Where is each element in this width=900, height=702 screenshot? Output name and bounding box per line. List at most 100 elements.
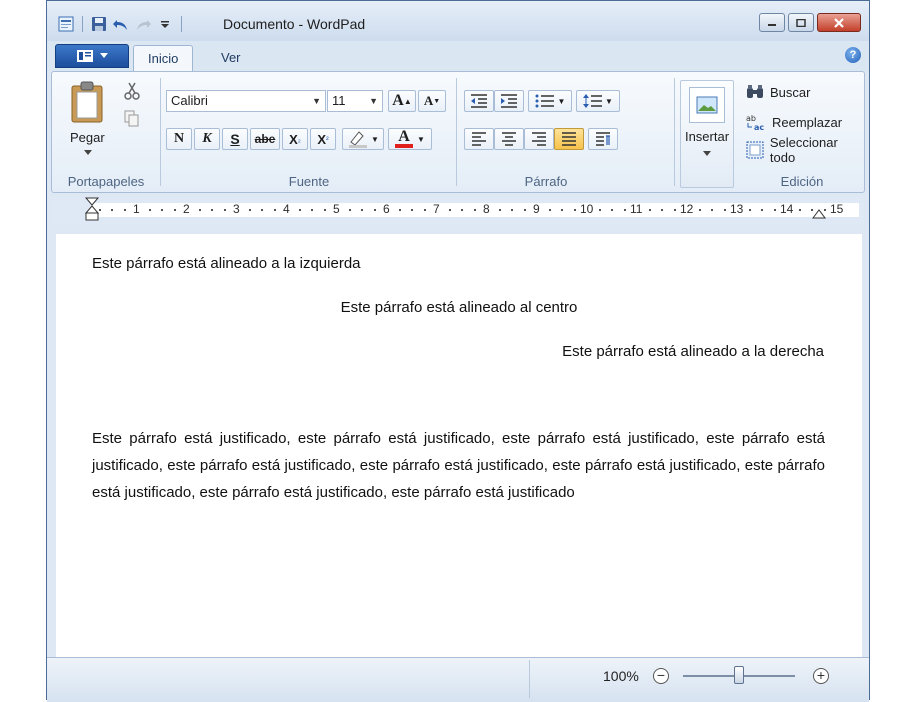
ruler-dot [824, 209, 826, 211]
tab-ver[interactable]: Ver [207, 45, 255, 71]
ruler-dot [324, 209, 326, 211]
ribbon-tabs: Inicio Ver ? [47, 41, 869, 72]
save-icon[interactable] [90, 15, 108, 33]
bold-button[interactable]: N [166, 128, 192, 150]
fuente-group-label: Fuente [288, 174, 330, 189]
group-separator [674, 78, 675, 186]
svg-text:ab: ab [746, 114, 756, 123]
shrink-font-label: A [423, 93, 434, 108]
ruler-dot [611, 209, 613, 211]
shrink-font-button[interactable]: A ▼ [418, 90, 446, 112]
font-family-value: Calibri [171, 93, 208, 108]
ruler-dot [461, 209, 463, 211]
italic-button[interactable]: K [194, 128, 220, 150]
ruler-dot [361, 209, 363, 211]
parrafo-group-label: Párrafo [524, 174, 568, 189]
align-left-button[interactable] [464, 128, 494, 150]
chevron-down-icon: ▼ [417, 134, 425, 144]
redo-icon[interactable] [134, 15, 152, 33]
font-color-button[interactable]: A ▼ [388, 128, 432, 150]
qat-separator [82, 16, 83, 32]
undo-icon[interactable] [112, 15, 130, 33]
ruler-number: 9 [533, 202, 540, 216]
close-button[interactable] [817, 13, 861, 32]
ruler-dot [111, 209, 113, 211]
font-family-select[interactable]: Calibri ▼ [166, 90, 326, 112]
ruler[interactable]: 1 2 3 4 5 6 7 8 9 10 11 12 13 14 15 [51, 197, 865, 225]
bullet-list-icon [535, 94, 554, 108]
highlight-color-button[interactable]: ▼ [342, 128, 384, 150]
paragraph-justify[interactable]: Este párrafo está justificado, este párr… [92, 425, 825, 506]
ruler-dot [561, 209, 563, 211]
ruler-dot [799, 209, 801, 211]
justify-icon [562, 132, 576, 146]
help-icon[interactable]: ? [845, 47, 861, 63]
ruler-dot [149, 209, 151, 211]
subscript-label: X [289, 131, 298, 147]
chevron-down-icon [84, 150, 92, 155]
insert-label: Insertar [684, 129, 730, 144]
grow-font-button[interactable]: A ▲ [388, 90, 416, 112]
underline-button[interactable]: S [222, 128, 248, 150]
ruler-dot [699, 209, 701, 211]
justify-button[interactable] [554, 128, 584, 150]
align-right-button[interactable] [524, 128, 554, 150]
indent-marker-icon[interactable] [85, 197, 99, 221]
tab-inicio[interactable]: Inicio [133, 45, 194, 72]
paragraph-settings-button[interactable] [588, 128, 618, 150]
ruler-dot [749, 209, 751, 211]
line-spacing-button[interactable]: ▼ [576, 90, 620, 112]
font-size-select[interactable]: 11 ▼ [327, 90, 383, 112]
align-center-icon [502, 132, 516, 146]
copy-icon[interactable] [124, 110, 140, 131]
ruler-number: 13 [730, 202, 744, 216]
zoom-out-button[interactable]: − [653, 668, 669, 684]
ruler-dot [311, 209, 313, 211]
increase-indent-button[interactable] [494, 90, 524, 112]
ruler-number: 1 [133, 202, 140, 216]
app-menu-icon [77, 50, 93, 62]
maximize-button[interactable] [788, 13, 814, 32]
font-size-value: 11 [332, 93, 346, 108]
ruler-dot [249, 209, 251, 211]
paragraph-left[interactable]: Este párrafo está alineado a la izquierd… [92, 250, 361, 277]
ruler-dot [99, 209, 101, 211]
application-menu-button[interactable] [55, 44, 129, 68]
find-button[interactable]: Buscar [746, 82, 810, 102]
paragraph-center[interactable]: Este párrafo está alineado al centro [56, 294, 862, 321]
zoom-in-button[interactable]: + [813, 668, 829, 684]
ruler-number: 15 [830, 202, 844, 216]
decrease-indent-button[interactable] [464, 90, 494, 112]
paste-button[interactable]: Pegar [62, 78, 114, 160]
ruler-dot [549, 209, 551, 211]
chevron-down-icon: ▼ [369, 96, 378, 106]
superscript-label: X [317, 131, 326, 147]
replace-button[interactable]: ab ac Reemplazar [746, 112, 842, 132]
decrease-indent-icon [471, 94, 487, 108]
superscript-button[interactable]: X² [310, 128, 336, 150]
quick-access-toolbar [57, 13, 185, 35]
zoom-slider-thumb[interactable] [734, 666, 744, 684]
maximize-icon [796, 18, 806, 27]
chevron-down-icon: ▼ [605, 96, 613, 106]
subscript-button[interactable]: X₂ [282, 128, 308, 150]
strikethrough-button[interactable]: abe [250, 128, 280, 150]
replace-label: Reemplazar [772, 114, 843, 130]
select-all-button[interactable]: Seleccionar todo [746, 135, 866, 165]
ruler-dot [574, 209, 576, 211]
wordpad-app-icon[interactable] [57, 15, 75, 33]
minimize-button[interactable] [759, 13, 785, 32]
insert-button[interactable]: Insertar [680, 80, 734, 188]
align-center-button[interactable] [494, 128, 524, 150]
edicion-group-label: Edición [780, 174, 824, 189]
paragraph-right[interactable]: Este párrafo está alineado a la derecha [562, 338, 824, 365]
list-button[interactable]: ▼ [528, 90, 572, 112]
ruler-dot [199, 209, 201, 211]
ruler-dot [174, 209, 176, 211]
cut-icon[interactable] [124, 82, 140, 103]
ruler-dot [774, 209, 776, 211]
customize-qat-icon[interactable] [156, 15, 174, 33]
ruler-number: 10 [580, 202, 594, 216]
document-area[interactable]: Este párrafo está alineado a la izquierd… [56, 234, 862, 657]
ruler-number: 8 [483, 202, 490, 216]
